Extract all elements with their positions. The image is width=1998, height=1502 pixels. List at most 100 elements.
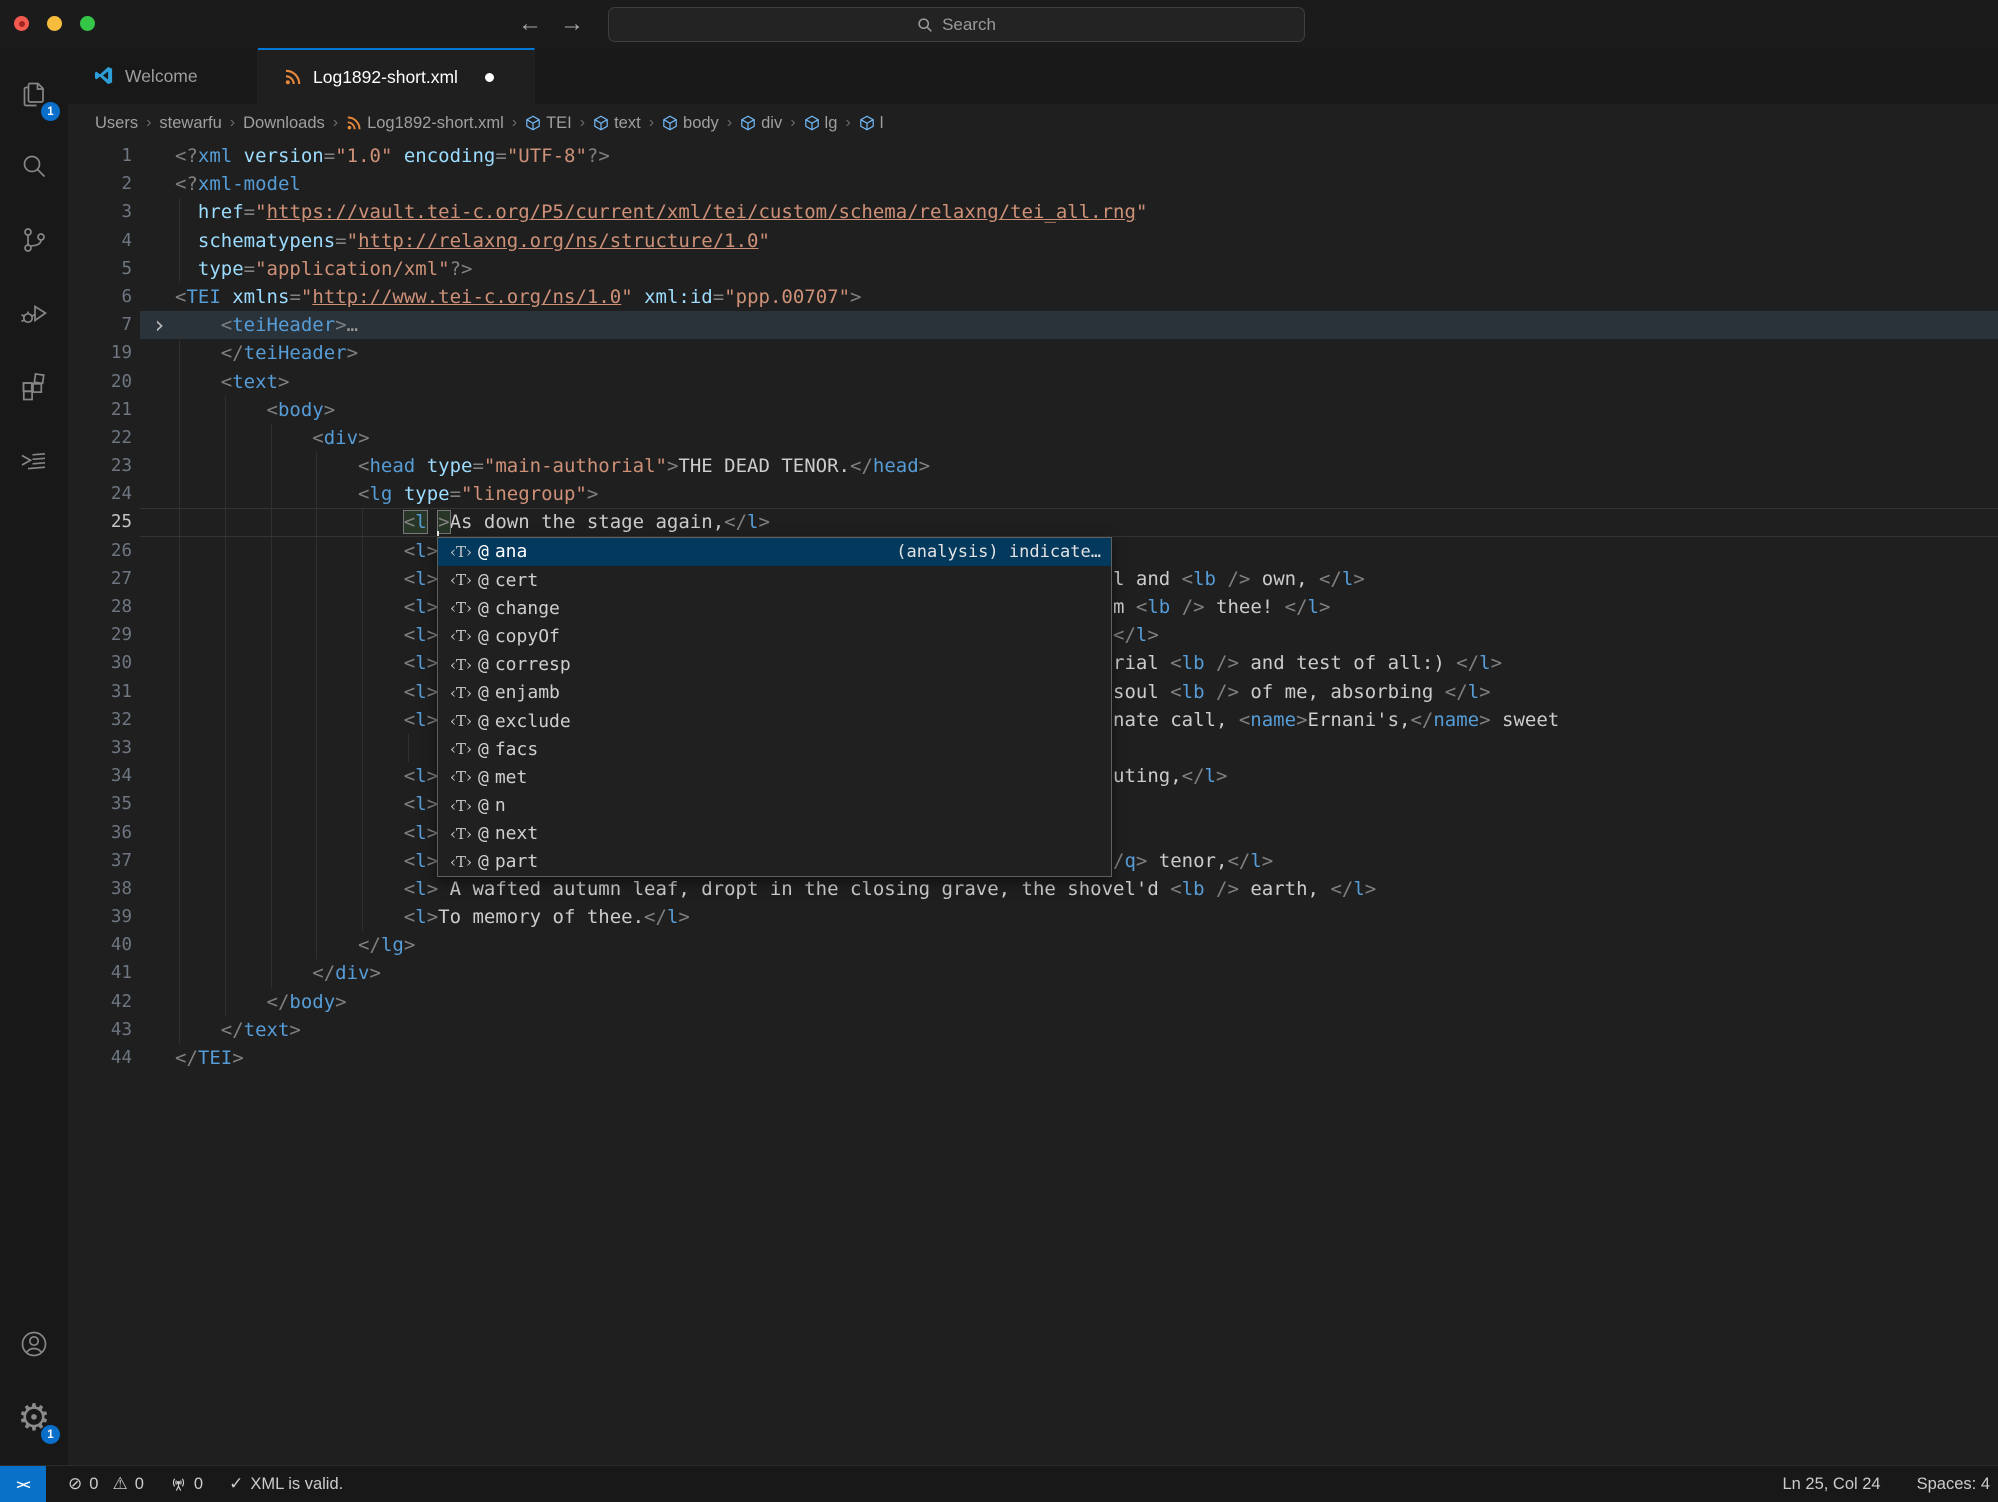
line-number[interactable]: 22	[68, 424, 132, 452]
activity-bar-item-run-debug[interactable]	[11, 289, 57, 337]
line-number[interactable]: 35	[68, 790, 132, 818]
suggest-item-part[interactable]: ‹T›@part	[438, 848, 1111, 876]
line-number[interactable]: 41	[68, 959, 132, 987]
suggest-item-corresp[interactable]: ‹T›@corresp	[438, 651, 1111, 679]
activity-bar-item-search[interactable]	[11, 143, 57, 191]
line-number[interactable]: 44	[68, 1044, 132, 1072]
forward-arrow-icon[interactable]: →	[557, 6, 587, 42]
line-number[interactable]: 25	[68, 508, 132, 536]
breadcrumb-item-l[interactable]: l	[859, 114, 884, 133]
line-number[interactable]: 20	[68, 368, 132, 396]
indentation-status[interactable]: Spaces: 4	[1917, 1475, 1990, 1494]
line-number[interactable]: 33	[68, 734, 132, 762]
code-line-41[interactable]: 41 </div>	[68, 959, 1998, 987]
code-line-5[interactable]: 5 type="application/xml"?>	[68, 255, 1998, 283]
zoom-window-button[interactable]	[80, 16, 95, 31]
activity-bar-item-scholarly-xml[interactable]	[11, 435, 57, 483]
code-line-22[interactable]: 22 <div>	[68, 424, 1998, 452]
code-line-6[interactable]: 6<TEI xmlns="http://www.tei-c.org/ns/1.0…	[68, 283, 1998, 311]
line-number[interactable]: 42	[68, 988, 132, 1016]
breadcrumb-item-div[interactable]: div	[740, 114, 782, 133]
cursor-position-status[interactable]: Ln 25, Col 24	[1782, 1475, 1880, 1494]
line-number[interactable]: 26	[68, 537, 132, 565]
suggest-item-next[interactable]: ‹T›@next	[438, 820, 1111, 848]
suggest-item-enjamb[interactable]: ‹T›@enjamb	[438, 679, 1111, 707]
code-line-20[interactable]: 20 <text>	[68, 368, 1998, 396]
code-line-39[interactable]: 39 <l>To memory of thee.</l>	[68, 903, 1998, 931]
remote-indicator[interactable]: ><	[0, 1466, 46, 1502]
breadcrumb-item-log1892-short-xml[interactable]: Log1892-short.xml	[346, 114, 504, 133]
line-number[interactable]: 40	[68, 931, 132, 959]
code-line-44[interactable]: 44</TEI>	[68, 1044, 1998, 1072]
fold-chevron-icon[interactable]: ›	[152, 311, 166, 339]
line-number[interactable]: 30	[68, 649, 132, 677]
line-number[interactable]: 29	[68, 621, 132, 649]
code-line-19[interactable]: 19 </teiHeader>	[68, 339, 1998, 367]
xml-valid-status[interactable]: ✓ XML is valid.	[229, 1474, 343, 1494]
activity-bar-item-extensions[interactable]	[11, 362, 57, 410]
code-line-4[interactable]: 4 schematypens="http://relaxng.org/ns/st…	[68, 227, 1998, 255]
suggest-item-copyOf[interactable]: ‹T›@copyOf	[438, 622, 1111, 650]
line-number[interactable]: 43	[68, 1016, 132, 1044]
line-number[interactable]: 36	[68, 819, 132, 847]
code-line-25[interactable]: 25 <l >As down the stage again,</l>	[68, 508, 1998, 536]
line-number[interactable]: 4	[68, 227, 132, 255]
line-number[interactable]: 21	[68, 396, 132, 424]
code-line-21[interactable]: 21 <body>	[68, 396, 1998, 424]
code-line-43[interactable]: 43 </text>	[68, 1016, 1998, 1044]
breadcrumb-item-tei[interactable]: TEI	[525, 114, 572, 133]
tab-log1892-short-xml[interactable]: Log1892-short.xml	[258, 48, 535, 104]
line-number[interactable]: 27	[68, 565, 132, 593]
breadcrumb-item-text[interactable]: text	[593, 114, 641, 133]
line-number[interactable]: 34	[68, 762, 132, 790]
line-number[interactable]: 5	[68, 255, 132, 283]
line-number[interactable]: 7	[68, 311, 132, 339]
line-number[interactable]: 31	[68, 678, 132, 706]
line-number[interactable]: 19	[68, 339, 132, 367]
code-line-23[interactable]: 23 <head type="main-authorial">THE DEAD …	[68, 452, 1998, 480]
command-center-search[interactable]: Search	[608, 7, 1305, 42]
breadcrumb-item-users[interactable]: Users	[95, 114, 138, 133]
code-line-1[interactable]: 1<?xml version="1.0" encoding="UTF-8"?>	[68, 142, 1998, 170]
tab-welcome[interactable]: Welcome	[68, 48, 258, 104]
line-number[interactable]: 37	[68, 847, 132, 875]
suggest-item-change[interactable]: ‹T›@change	[438, 594, 1111, 622]
suggest-item-facs[interactable]: ‹T›@facs	[438, 735, 1111, 763]
line-number[interactable]: 39	[68, 903, 132, 931]
code-line-24[interactable]: 24 <lg type="linegroup">	[68, 480, 1998, 508]
line-number[interactable]: 32	[68, 706, 132, 734]
activity-bar-item-settings[interactable]: ⚙1	[11, 1393, 57, 1441]
suggest-item-met[interactable]: ‹T›@met	[438, 763, 1111, 791]
line-number[interactable]: 38	[68, 875, 132, 903]
minimize-window-button[interactable]	[47, 16, 62, 31]
code-line-3[interactable]: 3 href="https://vault.tei-c.org/P5/curre…	[68, 198, 1998, 226]
activity-bar-item-explorer[interactable]: 1	[11, 70, 57, 118]
suggest-item-n[interactable]: ‹T›@n	[438, 791, 1111, 819]
line-number[interactable]: 6	[68, 283, 132, 311]
suggest-item-exclude[interactable]: ‹T›@exclude	[438, 707, 1111, 735]
breadcrumb-item-stewarfu[interactable]: stewarfu	[159, 114, 221, 133]
problems-status[interactable]: ⊘ 0 ⚠ 0	[68, 1474, 144, 1494]
line-number[interactable]: 24	[68, 480, 132, 508]
breadcrumb-item-downloads[interactable]: Downloads	[243, 114, 325, 133]
code-line-2[interactable]: 2<?xml-model	[68, 170, 1998, 198]
code-line-7[interactable]: 7› <teiHeader>…	[68, 311, 1998, 339]
breadcrumb-item-lg[interactable]: lg	[804, 114, 838, 133]
code-line-38[interactable]: 38 <l> A wafted autumn leaf, dropt in th…	[68, 875, 1998, 903]
code-line-42[interactable]: 42 </body>	[68, 988, 1998, 1016]
ports-status[interactable]: 0	[170, 1475, 203, 1494]
line-number[interactable]: 28	[68, 593, 132, 621]
activity-bar-item-accounts[interactable]	[11, 1320, 57, 1368]
suggest-item-ana[interactable]: ‹T›@ana(analysis) indicate…	[438, 538, 1111, 566]
breadcrumb-item-body[interactable]: body	[662, 114, 719, 133]
close-window-button[interactable]	[14, 16, 29, 31]
code-line-40[interactable]: 40 </lg>	[68, 931, 1998, 959]
modified-dot-icon[interactable]	[485, 73, 494, 82]
back-arrow-icon[interactable]: ←	[515, 6, 545, 42]
suggest-item-cert[interactable]: ‹T›@cert	[438, 566, 1111, 594]
line-number[interactable]: 1	[68, 142, 132, 170]
line-number[interactable]: 3	[68, 198, 132, 226]
activity-bar-item-source-control[interactable]	[11, 216, 57, 264]
line-number[interactable]: 2	[68, 170, 132, 198]
line-number[interactable]: 23	[68, 452, 132, 480]
